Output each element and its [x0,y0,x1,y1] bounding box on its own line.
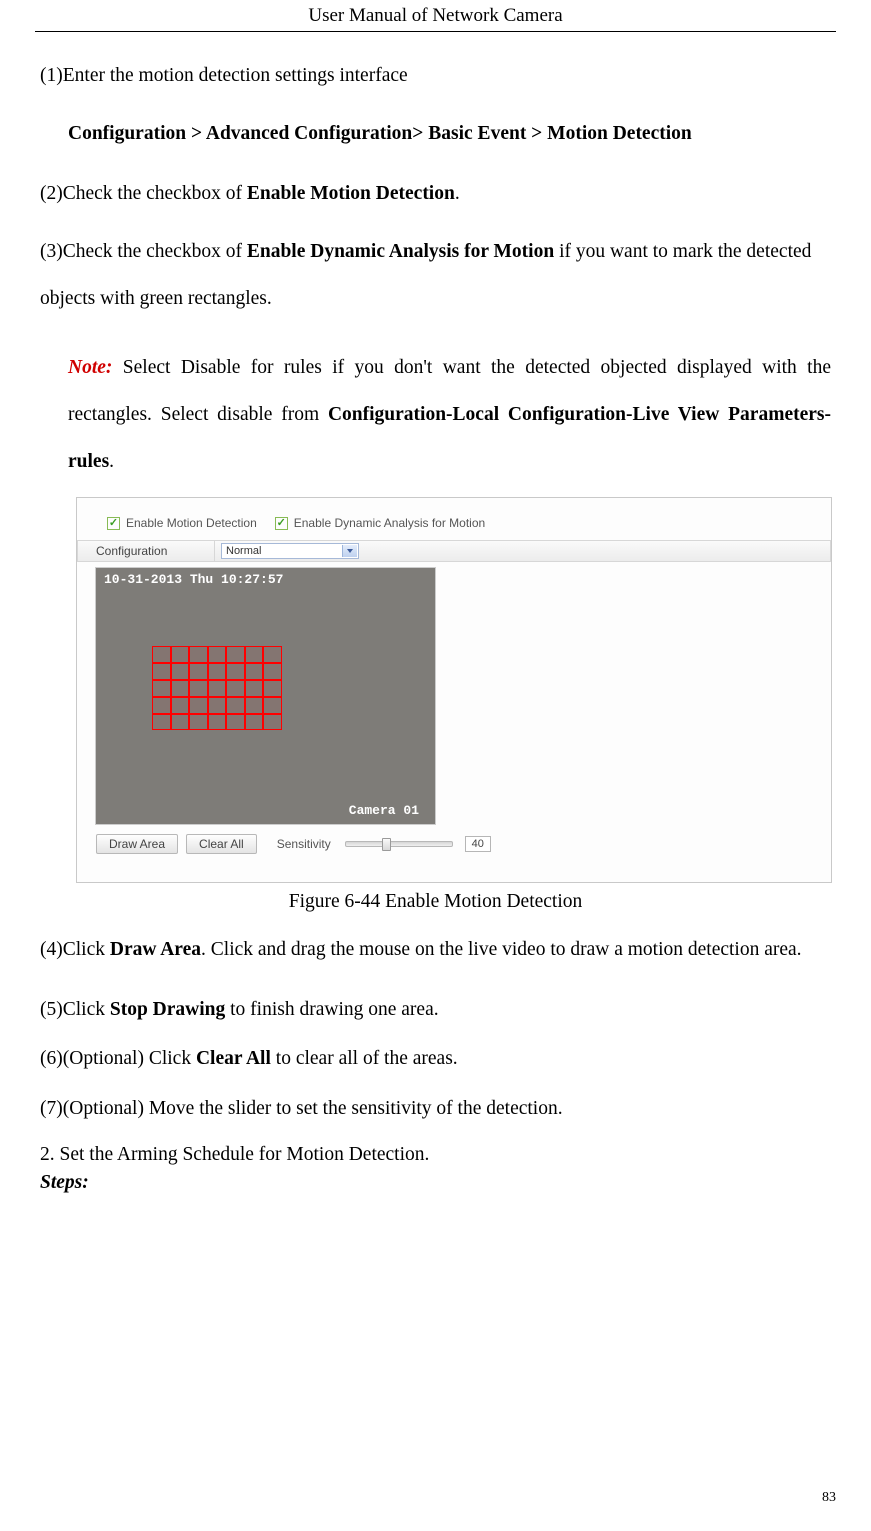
step-3: (3)Check the checkbox of Enable Dynamic … [40,229,831,323]
step-6: (6)(Optional) Click Clear All to clear a… [40,1045,831,1072]
sensitivity-slider[interactable] [345,841,453,847]
clear-all-button[interactable]: Clear All [186,834,257,854]
sensitivity-value: 40 [465,836,491,852]
check-icon [275,517,288,530]
step-1-path: Configuration > Advanced Configuration> … [40,111,831,158]
config-label: Configuration [77,540,215,562]
chk1-label: Enable Motion Detection [126,516,257,530]
button-row: Draw Area Clear All Sensitivity 40 [77,825,831,854]
content-body: (1)Enter the motion detection settings i… [35,62,836,1194]
figure-caption: Figure 6-44 Enable Motion Detection [40,891,831,913]
step-6-post: to clear all of the areas. [271,1048,458,1069]
figure-screenshot: Enable Motion Detection Enable Dynamic A… [76,497,832,883]
step-2: (2)Check the checkbox of Enable Motion D… [40,180,831,207]
chk2-label: Enable Dynamic Analysis for Motion [294,516,485,530]
step-4-post: . Click and drag the mouse on the live v… [201,939,802,960]
page-number: 83 [822,1490,836,1506]
note-block: Note: Select Disable for rules if you do… [40,345,831,485]
step-4-bold: Draw Area [110,939,201,960]
step-5-post: to finish drawing one area. [225,999,438,1020]
step-4-pre: (4)Click [40,939,110,960]
step-5-pre: (5)Click [40,999,110,1020]
step-5-bold: Stop Drawing [110,999,225,1020]
step-6-pre: (6)(Optional) Click [40,1048,196,1069]
config-input-wrap: Normal [215,540,831,562]
checkbox-enable-motion[interactable]: Enable Motion Detection [107,516,257,530]
step-7: (7)(Optional) Move the slider to set the… [40,1095,831,1122]
note-label: Note: [68,357,112,378]
sensitivity-label: Sensitivity [277,837,331,851]
motion-grid [152,646,282,730]
camera-name: Camera 01 [349,803,419,818]
chevron-down-icon [347,549,353,553]
step-2-pre: (2)Check the checkbox of [40,183,247,204]
video-preview[interactable]: 10-31-2013 Thu 10:27:57 Camera 01 [95,567,436,825]
step-1-intro: (1)Enter the motion detection settings i… [40,62,831,89]
steps-heading: Steps: [40,1172,831,1194]
step-2-post: . [455,183,460,204]
step-2-bold: Enable Motion Detection [247,183,455,204]
draw-area-button[interactable]: Draw Area [96,834,178,854]
step-4: (4)Click Draw Area. Click and drag the m… [40,927,831,974]
step-3-pre: (3)Check the checkbox of [40,241,247,262]
section-2: 2. Set the Arming Schedule for Motion De… [40,1144,831,1166]
config-dropdown[interactable]: Normal [221,543,359,559]
note-text-c: . [109,451,114,472]
step-3-bold: Enable Dynamic Analysis for Motion [247,241,554,262]
config-row: Configuration Normal [77,540,831,562]
checkbox-row: Enable Motion Detection Enable Dynamic A… [77,498,831,530]
check-icon [107,517,120,530]
slider-thumb[interactable] [382,838,391,851]
checkbox-enable-dynamic[interactable]: Enable Dynamic Analysis for Motion [275,516,485,530]
video-timestamp: 10-31-2013 Thu 10:27:57 [104,572,283,587]
config-value-text: Normal [226,545,261,557]
step-5: (5)Click Stop Drawing to finish drawing … [40,996,831,1023]
page-header: User Manual of Network Camera [35,0,836,32]
step-6-bold: Clear All [196,1048,271,1069]
